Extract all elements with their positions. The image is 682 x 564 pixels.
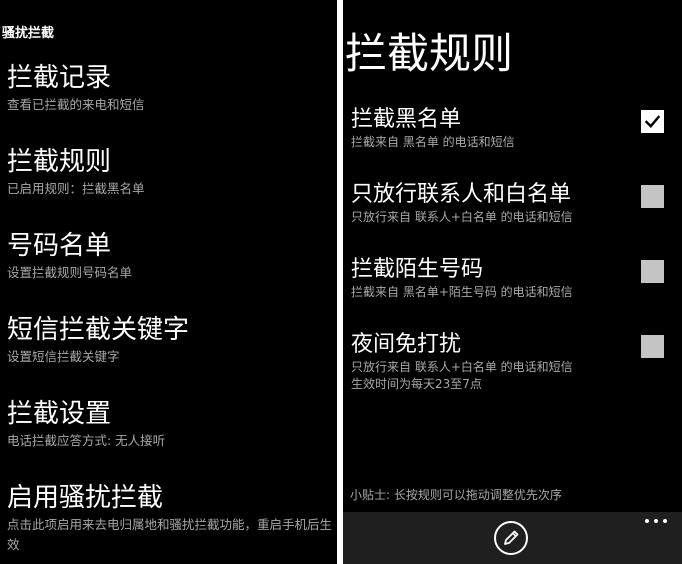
menu-item-title: 号码名单 (7, 231, 112, 261)
rule-schedule: 生效时间为每天23至7点 (351, 377, 482, 391)
rule-title: 夜间免打扰 (351, 332, 462, 357)
menu-item-intercept-rules[interactable]: 拦截规则 已启用规则：拦截黑名单 (7, 146, 333, 199)
rule-allow-contacts-whitelist[interactable]: 只放行联系人和白名单 只放行来自 联系人+白名单 的电话和短信 (351, 181, 676, 226)
menu-item-subtitle: 电话拦截应答方式: 无人接听 (7, 433, 166, 448)
menu-item-subtitle: 点击此项启用来去电归属地和骚扰拦截功能，重启手机后生效 (7, 517, 333, 552)
menu-item-subtitle: 设置短信拦截关键字 (7, 349, 120, 364)
menu-item-intercept-settings[interactable]: 拦截设置 电话拦截应答方式: 无人接听 (7, 398, 333, 451)
rule-block-strangers[interactable]: 拦截陌生号码 拦截来自 黑名单+陌生号码 的电话和短信 (351, 256, 676, 301)
rule-subtitle: 只放行来自 联系人+白名单 的电话和短信 (351, 210, 573, 224)
menu-item-intercept-log[interactable]: 拦截记录 查看已拦截的来电和短信 (7, 62, 333, 115)
app-title: 骚扰拦截 (2, 26, 55, 41)
rule-night-do-not-disturb[interactable]: 夜间免打扰 只放行来自 联系人+白名单 的电话和短信 生效时间为每天23至7点 (351, 331, 676, 393)
main-menu-screen: 骚扰拦截 拦截记录 查看已拦截的来电和短信 拦截规则 已启用规则：拦截黑名单 号… (0, 0, 337, 564)
rule-title: 只放行联系人和白名单 (351, 182, 572, 207)
pencil-icon (504, 530, 519, 545)
rule-block-blacklist[interactable]: 拦截黑名单 拦截来自 黑名单 的电话和短信 (351, 106, 676, 151)
menu-item-title: 拦截设置 (7, 399, 112, 429)
rule-subtitle: 拦截来自 黑名单 的电话和短信 (351, 135, 515, 149)
page-title: 拦截规则 (345, 29, 514, 78)
ellipsis-dot (654, 519, 658, 523)
rule-checkbox-allow-contacts[interactable] (641, 185, 664, 208)
menu-item-title: 拦截规则 (7, 147, 112, 177)
rule-title: 拦截陌生号码 (351, 257, 484, 282)
menu-item-title: 拦截记录 (7, 63, 112, 93)
menu-item-subtitle: 已启用规则：拦截黑名单 (7, 181, 145, 196)
menu-item-title: 短信拦截关键字 (7, 315, 190, 345)
more-options-button[interactable] (643, 514, 669, 528)
menu-item-enable-intercept[interactable]: 启用骚扰拦截 点击此项启用来去电归属地和骚扰拦截功能，重启手机后生效 (7, 482, 333, 555)
menu-item-subtitle: 设置拦截规则号码名单 (7, 265, 133, 280)
tip-text: 小贴士: 长按规则可以拖动调整优先次序 (350, 488, 562, 502)
edit-button[interactable] (494, 521, 528, 555)
rule-subtitle: 只放行来自 联系人+白名单 的电话和短信 (351, 360, 573, 374)
rule-subtitle: 拦截来自 黑名单+陌生号码 的电话和短信 (351, 285, 573, 299)
menu-item-title: 启用骚扰拦截 (7, 483, 164, 513)
rule-checkbox-night-mode[interactable] (641, 335, 664, 358)
menu-item-sms-keywords[interactable]: 短信拦截关键字 设置短信拦截关键字 (7, 314, 333, 367)
menu-item-subtitle: 查看已拦截的来电和短信 (7, 97, 145, 112)
rule-title: 拦截黑名单 (351, 107, 462, 132)
app-bar (343, 512, 682, 564)
rule-checkbox-blacklist[interactable] (641, 110, 664, 133)
menu-item-number-list[interactable]: 号码名单 设置拦截规则号码名单 (7, 230, 333, 283)
intercept-rules-screen: 拦截规则 拦截黑名单 拦截来自 黑名单 的电话和短信 只放行联系人和白名单 只放… (343, 0, 682, 564)
checkmark-icon (644, 115, 661, 128)
ellipsis-dot (663, 519, 667, 523)
ellipsis-icon (645, 519, 649, 523)
rule-checkbox-block-strangers[interactable] (641, 260, 664, 283)
